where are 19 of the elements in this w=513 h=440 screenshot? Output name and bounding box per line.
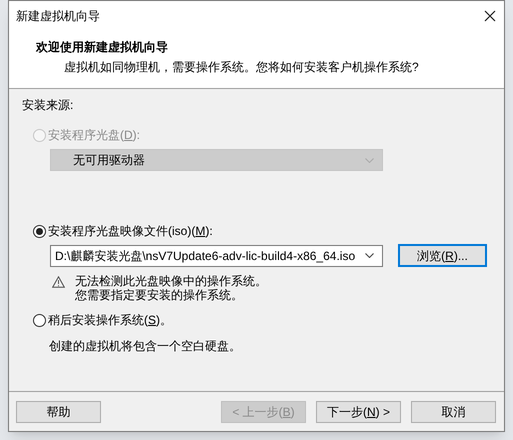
warning-text: 无法检测此光盘映像中的操作系统。 您需要指定要安装的操作系统。: [75, 274, 267, 302]
radio-label[interactable]: 稍后安装操作系统(S)。: [48, 312, 172, 328]
radio-button[interactable]: [33, 314, 46, 326]
dialog-button[interactable]: 帮助: [16, 400, 101, 422]
chevron-down-icon: [365, 253, 374, 258]
option-note: 创建的虚拟机将包含一个空白硬盘。: [49, 338, 242, 354]
header-title: 欢迎使用新建虚拟机向导: [36, 39, 169, 55]
radio-label[interactable]: 安装程序光盘映像文件(iso)(M):: [48, 223, 213, 239]
header-subtitle: 虚拟机如同物理机，需要操作系统。您将如何安装客户机操作系统?: [63, 59, 420, 75]
radio-button[interactable]: [33, 224, 46, 238]
dialog-button[interactable]: 下一步(N) >: [316, 400, 401, 422]
section-label: 安装来源:: [22, 97, 74, 113]
chevron-down-icon: [365, 158, 374, 162]
dialog-button[interactable]: 取消: [411, 400, 496, 422]
close-icon[interactable]: [484, 10, 496, 22]
browse-button[interactable]: 浏览(R)...: [398, 244, 487, 267]
window-title: 新建虚拟机向导: [16, 8, 100, 25]
warning-icon: [52, 276, 65, 288]
iso-path-combobox[interactable]: D:\麒麟安装光盘\nsV7Update6-adv-lic-build4-x86_64.iso: [50, 244, 383, 266]
